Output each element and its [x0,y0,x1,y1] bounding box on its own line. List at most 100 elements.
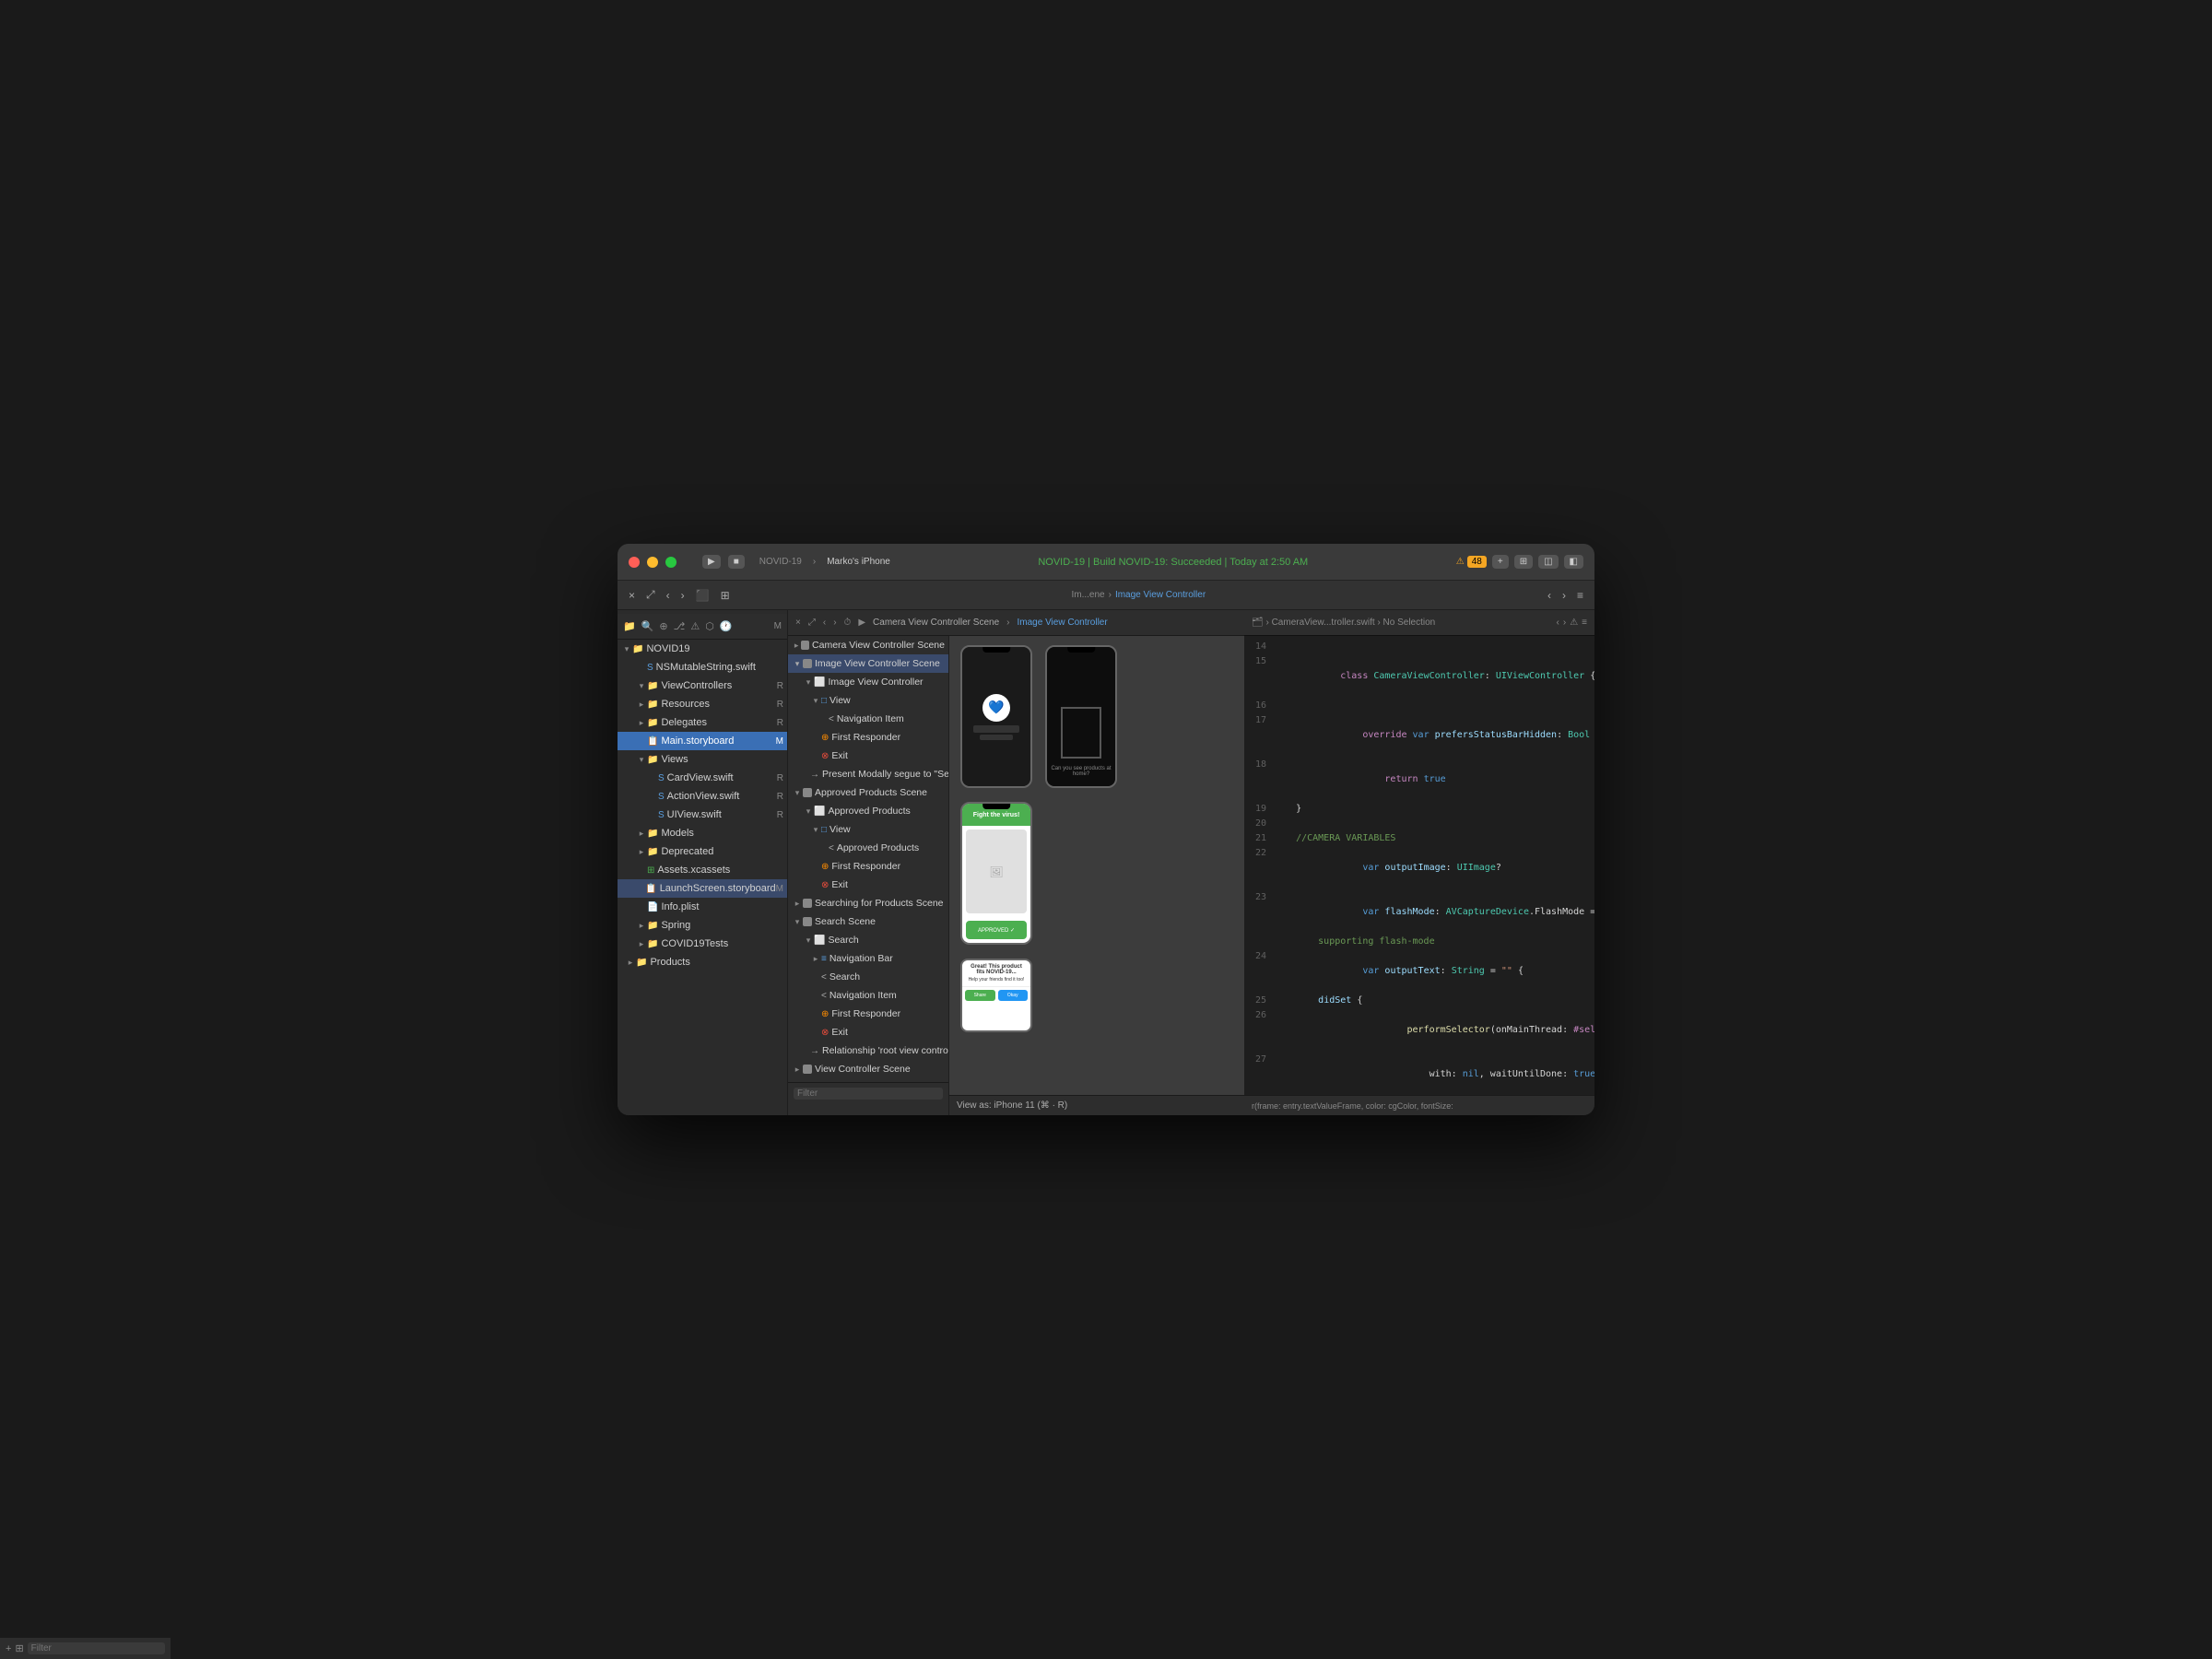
code-nav-left[interactable]: ‹ [1557,618,1559,628]
nav-filter-icon[interactable]: ⊕ [659,620,667,632]
sb-back-icon[interactable]: ‹ [823,618,826,628]
scene-approved-view[interactable]: ▾ □ View [788,820,948,839]
nav-item-nsmutable[interactable]: S NSMutableString.swift [618,658,787,677]
sb-hist-icon[interactable]: ⏱ [844,618,852,628]
scene-view[interactable]: ▾ □ View [788,691,948,710]
code-warning-icon[interactable]: ⚠ [1570,618,1578,628]
nav-git-icon[interactable]: ⎇ [674,620,686,632]
nav-item-infoplist[interactable]: 📄 Info.plist [618,898,787,916]
nav-item-main-storyboard[interactable]: 📋 Main.storyboard M [618,732,787,750]
disc: ▸ [636,921,647,931]
nav-folder-icon[interactable]: 📁 [623,620,636,632]
nav-recent-icon[interactable]: 🕐 [720,620,733,632]
scene-search-exit[interactable]: ⊗ Exit [788,1023,948,1041]
folder-icon: 📁 [647,847,658,857]
nav-search-icon[interactable]: 🔍 [641,620,654,632]
zoom-sb-icon[interactable]: ⤢ [808,618,816,628]
nav-label: Products [650,957,689,968]
split-btn[interactable]: ⊞ [1514,555,1533,569]
scene-search-navitem[interactable]: < Navigation Item [788,986,948,1005]
minimize-button[interactable] [647,557,658,568]
scene-approved-products-view[interactable]: < Approved Products [788,839,948,857]
scene-search-fr[interactable]: ⊕ First Responder [788,1005,948,1023]
scene-label: Exit [831,879,848,890]
scene-segue[interactable]: → Present Modally segue to "Sear... [788,765,948,783]
scene-vc[interactable]: ▸ View Controller Scene [788,1060,948,1078]
stop-button[interactable]: ■ [728,555,745,569]
maximize-button[interactable] [665,557,677,568]
scene-label: View Controller Scene [815,1064,911,1075]
sb-jump-icon[interactable]: ▶ [858,618,865,628]
nav-item-assets[interactable]: ⊞ Assets.xcassets [618,861,787,879]
phone-camera-dark: Can you see products at home? [1045,645,1117,788]
nav-item-views[interactable]: ▾ 📁 Views [618,750,787,769]
nav-item-viewcontrollers[interactable]: ▾ 📁 ViewControllers R [618,677,787,695]
nav-item-spring[interactable]: ▸ 📁 Spring [618,916,787,935]
nav-next[interactable]: › [1559,587,1570,604]
nav-item-launchscreen[interactable]: 📋 LaunchScreen.storyboard M [618,879,787,898]
scene-exit[interactable]: ⊗ Exit [788,747,948,765]
add-button[interactable]: + [1492,555,1509,569]
close-sb-icon[interactable]: × [795,618,801,628]
nav-test-icon[interactable]: ⬡ [705,620,714,632]
scene-search[interactable]: ▾ Search Scene [788,912,948,931]
code-line-23b: supporting flash-mode [1244,935,1594,949]
nav-warning-icon[interactable]: ⚠ [690,620,700,632]
code-body[interactable]: 14 15 class CameraViewController: UIView… [1244,636,1594,1095]
storyboard-canvas[interactable]: 💙 Can you see products at home? [949,636,1244,1115]
toolbar-btn2[interactable]: ⊞ [717,587,734,604]
scene-label: Navigation Bar [830,953,893,964]
nav-item-delegates[interactable]: ▸ 📁 Delegates R [618,713,787,732]
nav-prev[interactable]: ‹ [1544,587,1555,604]
back-btn[interactable]: ‹ [663,587,674,604]
scene-search-navbar[interactable]: ▸ ≡ Navigation Bar [788,949,948,968]
nav-item-cardview[interactable]: S CardView.swift R [618,769,787,787]
scene-navitem[interactable]: < Navigation Item [788,710,948,728]
scene-searching[interactable]: ▸ Searching for Products Scene [788,894,948,912]
scene-first-responder[interactable]: ⊕ First Responder [788,728,948,747]
close-button[interactable] [629,557,640,568]
nav-item-models[interactable]: ▸ 📁 Models [618,824,787,842]
nav-item-actionview[interactable]: S ActionView.swift R [618,787,787,806]
inspector-toggle[interactable]: ◧ [1564,555,1583,569]
badge: M [776,884,783,894]
nav-item-deprecated[interactable]: ▸ 📁 Deprecated [618,842,787,861]
scene-image-vc-item[interactable]: ▾ ⬜ Image View Controller [788,673,948,691]
folder-icon: 📁 [636,958,647,968]
code-line-15: 15 class CameraViewController: UIViewCon… [1244,654,1594,699]
scene-search-vc[interactable]: ▾ ⬜ Search [788,931,948,949]
badge: R [777,718,783,728]
close-tab[interactable]: × [625,587,639,604]
scene-camera-vc[interactable]: ▸ Camera View Controller Scene [788,636,948,654]
scene-label: Image View Controller Scene [815,658,940,669]
nav-label: UIView.swift [667,809,722,820]
sb-fwd-icon[interactable]: › [833,618,836,628]
nav-item-covid19tests[interactable]: ▸ 📁 COVID19Tests [618,935,787,953]
toolbar-btn1[interactable]: ⬛ [692,587,713,604]
scene-approved-fr[interactable]: ⊕ First Responder [788,857,948,876]
scene-approved-vc[interactable]: ▾ ⬜ Approved Products [788,802,948,820]
nav-item-resources[interactable]: ▸ 📁 Resources R [618,695,787,713]
code-line-19: 19 } [1244,802,1594,817]
scene-filter-input[interactable] [794,1088,943,1100]
scene-image-vc[interactable]: ▾ Image View Controller Scene [788,654,948,673]
nav-item-products[interactable]: ▸ 📁 Products [618,953,787,971]
scene-approved-exit[interactable]: ⊗ Exit [788,876,948,894]
scene-search-view[interactable]: < Search [788,968,948,986]
disc: ▾ [636,681,647,691]
scene-search-rel[interactable]: → Relationship 'root view controll... [788,1041,948,1060]
nav-project-badge: M [774,621,782,631]
assets-icon: ⊞ [647,865,654,876]
code-inspector-icon[interactable]: ≡ [1582,618,1587,628]
code-nav-right[interactable]: › [1563,618,1566,628]
nav-item-novid19[interactable]: ▾ 📁 NOVID19 [618,640,787,658]
run-button[interactable]: ▶ [702,555,721,569]
sidebar-toggle[interactable]: ◫ [1538,555,1558,569]
scene-approved[interactable]: ▾ Approved Products Scene [788,783,948,802]
forward-btn[interactable]: › [677,587,688,604]
layout-btn[interactable]: ≡ [1573,587,1587,604]
scene-square-icon [803,659,812,668]
disc: ▸ [636,939,647,949]
zoom-btn[interactable]: ⤢ [642,586,659,604]
nav-item-uiview[interactable]: S UIView.swift R [618,806,787,824]
